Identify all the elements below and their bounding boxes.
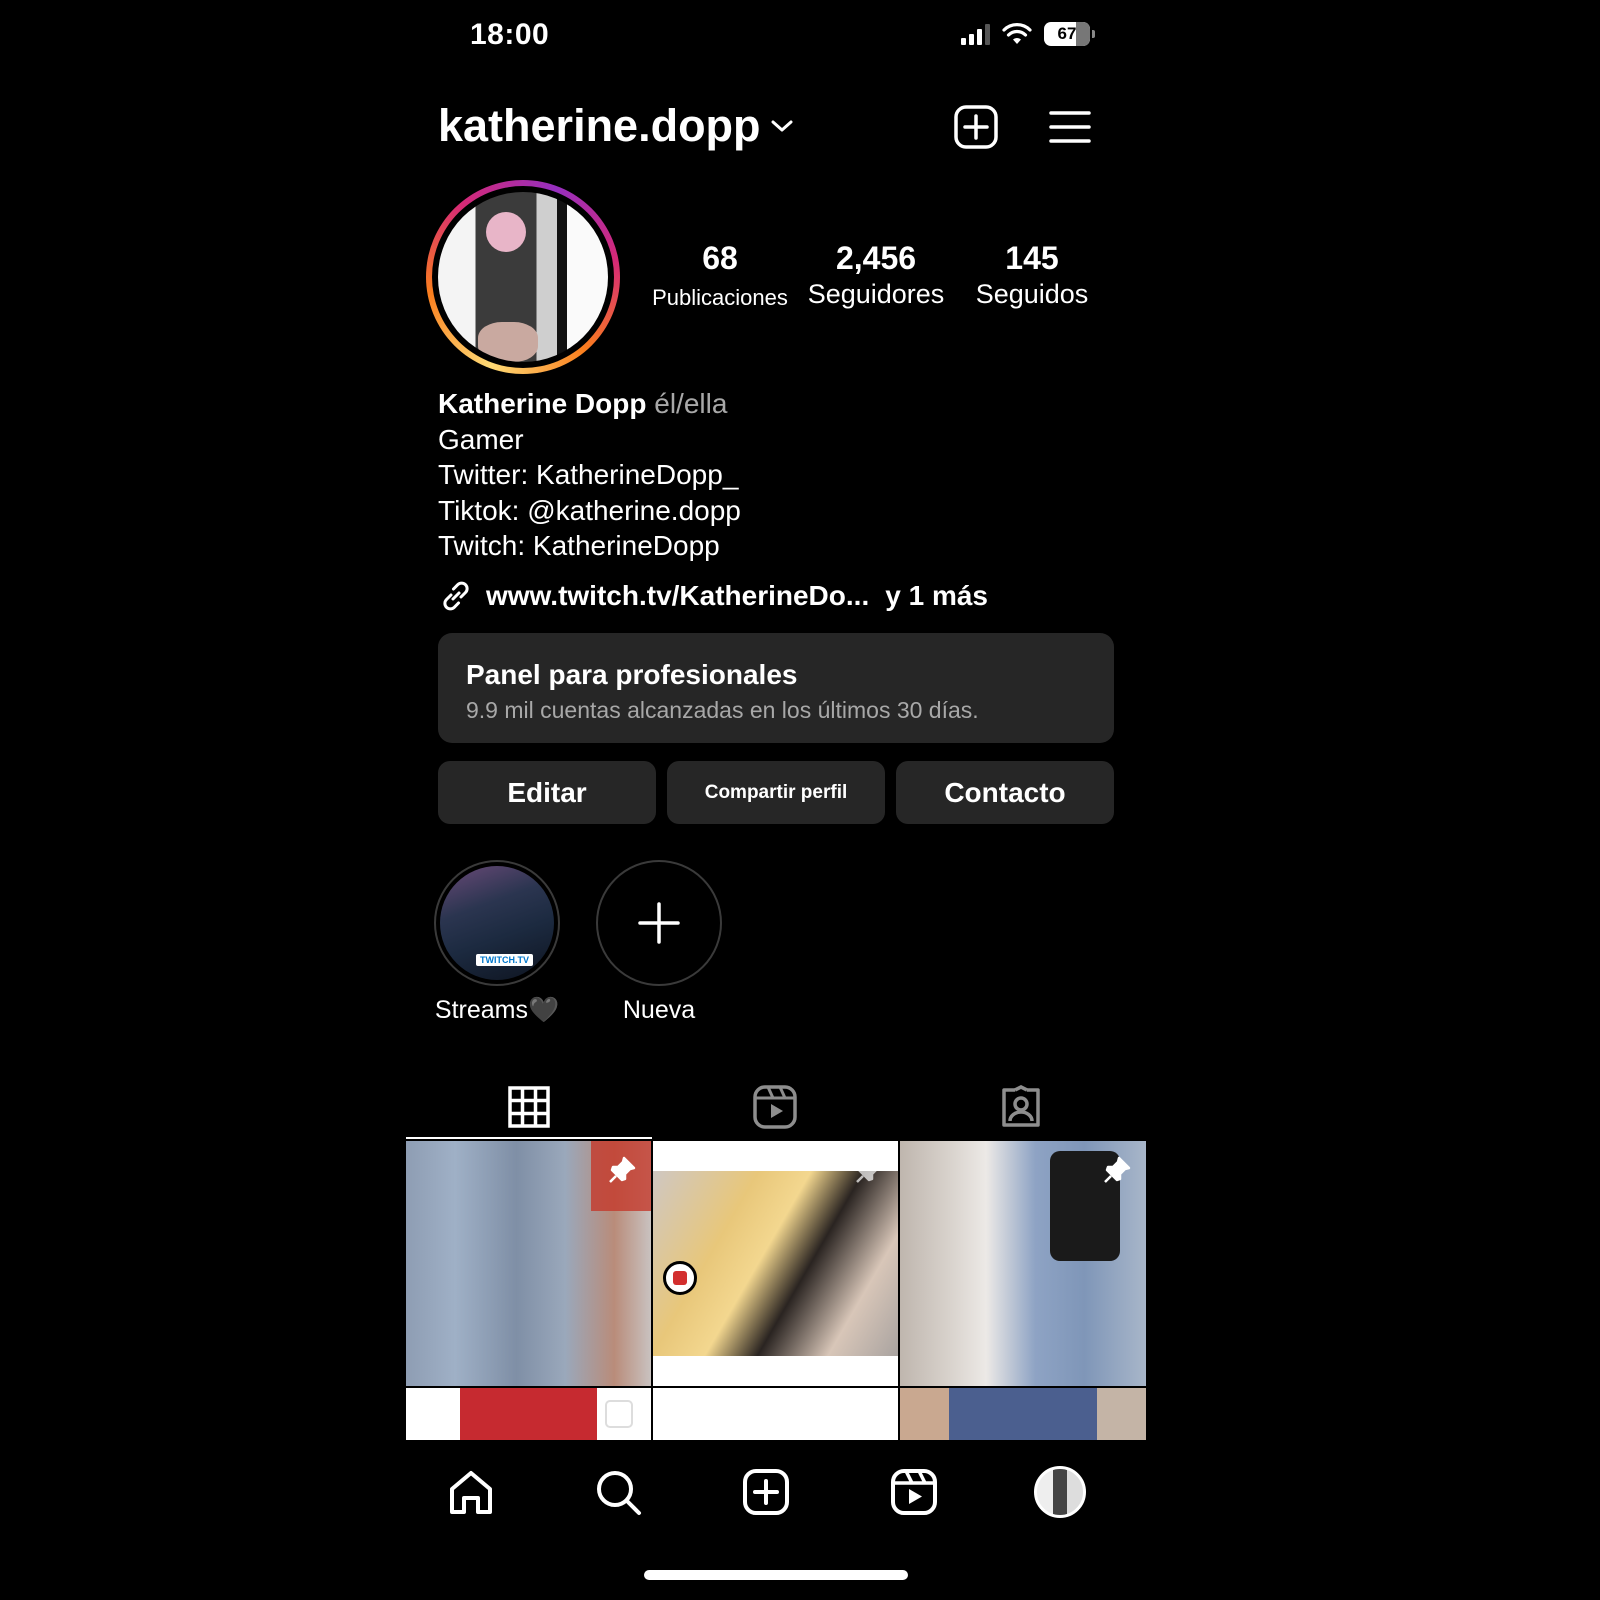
tab-posts[interactable] bbox=[406, 1071, 652, 1143]
nav-profile[interactable] bbox=[1030, 1462, 1090, 1522]
contact-button[interactable]: Contacto bbox=[896, 761, 1114, 824]
bio-line: Twitch: KatherineDopp bbox=[438, 530, 720, 561]
active-tab-indicator bbox=[406, 1137, 652, 1139]
nav-home[interactable] bbox=[441, 1462, 501, 1522]
post-thumbnail[interactable] bbox=[653, 1388, 898, 1440]
bio-line: Tiktok: @katherine.dopp bbox=[438, 494, 741, 526]
create-icon bbox=[743, 1469, 789, 1515]
reels-icon bbox=[753, 1085, 797, 1129]
profile-avatar bbox=[438, 192, 608, 362]
battery-indicator: 67 bbox=[1044, 22, 1095, 46]
bio-line: Twitter: KatherineDopp_ bbox=[438, 459, 739, 490]
highlight-cover: TWITCH.TV bbox=[434, 860, 560, 986]
pronouns: él/ella bbox=[654, 388, 728, 419]
link-icon bbox=[443, 581, 469, 611]
instagram-profile-screen: 18:00 67 katherine.dopp 68 Publicaciones… bbox=[406, 0, 1146, 1600]
plus-square-icon bbox=[954, 105, 998, 149]
tab-tagged[interactable] bbox=[898, 1071, 1144, 1143]
username-title: katherine.dopp bbox=[438, 100, 761, 151]
post-thumbnail[interactable] bbox=[653, 1141, 898, 1386]
status-time: 18:00 bbox=[470, 18, 550, 51]
highlight-thumb-tag: TWITCH.TV bbox=[476, 954, 533, 966]
highlight-label: Nueva bbox=[622, 996, 696, 1024]
bio-links[interactable]: www.twitch.tv/KatherineDo... y 1 más bbox=[438, 578, 988, 614]
edit-profile-button[interactable]: Editar bbox=[438, 761, 656, 824]
panel-title: Panel para profesionales bbox=[466, 659, 798, 690]
post-thumbnail[interactable] bbox=[406, 1388, 651, 1440]
nav-reels[interactable] bbox=[884, 1462, 944, 1522]
highlight-label: Streams🖤 bbox=[434, 996, 560, 1024]
more-links[interactable]: y 1 más bbox=[885, 580, 988, 612]
nav-search[interactable] bbox=[588, 1462, 648, 1522]
tab-reels[interactable] bbox=[652, 1071, 898, 1143]
following-count[interactable]: 145 Seguidos bbox=[968, 240, 1096, 310]
tagged-icon bbox=[1002, 1085, 1040, 1127]
create-button[interactable] bbox=[952, 103, 1000, 151]
profile-avatar-story-ring[interactable] bbox=[426, 180, 620, 374]
hamburger-menu-icon bbox=[1049, 111, 1091, 143]
new-highlight-button[interactable]: Nueva bbox=[596, 860, 722, 1025]
profile-avatar-nav bbox=[1034, 1466, 1086, 1518]
wifi-icon bbox=[1002, 23, 1032, 44]
pin-icon bbox=[609, 1156, 636, 1183]
home-icon bbox=[450, 1471, 492, 1514]
status-icons: 67 bbox=[961, 22, 1095, 46]
battery-level: 67 bbox=[1057, 24, 1077, 43]
plus-icon bbox=[638, 902, 680, 944]
nav-create[interactable] bbox=[736, 1462, 796, 1522]
followers-count[interactable]: 2,456 Seguidores bbox=[804, 240, 948, 310]
post-thumbnail[interactable] bbox=[900, 1141, 1146, 1386]
reels-icon bbox=[891, 1469, 937, 1515]
search-icon bbox=[597, 1471, 641, 1515]
panel-subtitle: 9.9 mil cuentas alcanzadas en los último… bbox=[466, 697, 979, 723]
chevron-down-icon bbox=[771, 120, 793, 132]
account-switcher[interactable]: katherine.dopp bbox=[438, 100, 793, 152]
post-thumbnail[interactable] bbox=[900, 1388, 1146, 1440]
share-profile-button[interactable]: Compartir perfil bbox=[667, 761, 885, 824]
bio-line: Gamer bbox=[438, 423, 524, 455]
pin-icon bbox=[1104, 1156, 1131, 1183]
profile-bio: Katherine Dopp él/ella Gamer Twitter: Ka… bbox=[438, 386, 741, 564]
display-name: Katherine Dopp bbox=[438, 388, 647, 419]
professional-dashboard[interactable]: Panel para profesionales 9.9 mil cuentas… bbox=[438, 633, 1114, 743]
pin-icon bbox=[856, 1156, 883, 1183]
post-thumbnail[interactable] bbox=[406, 1141, 651, 1386]
menu-button[interactable] bbox=[1046, 103, 1094, 151]
highlight-streams[interactable]: TWITCH.TV Streams🖤 bbox=[434, 860, 560, 1025]
grid-icon bbox=[508, 1086, 550, 1128]
bio-link[interactable]: www.twitch.tv/KatherineDo... bbox=[486, 580, 869, 612]
cellular-signal-icon bbox=[961, 23, 990, 45]
home-indicator[interactable] bbox=[644, 1570, 908, 1580]
posts-count[interactable]: 68 Publicaciones bbox=[650, 240, 790, 311]
new-highlight-circle bbox=[596, 860, 722, 986]
